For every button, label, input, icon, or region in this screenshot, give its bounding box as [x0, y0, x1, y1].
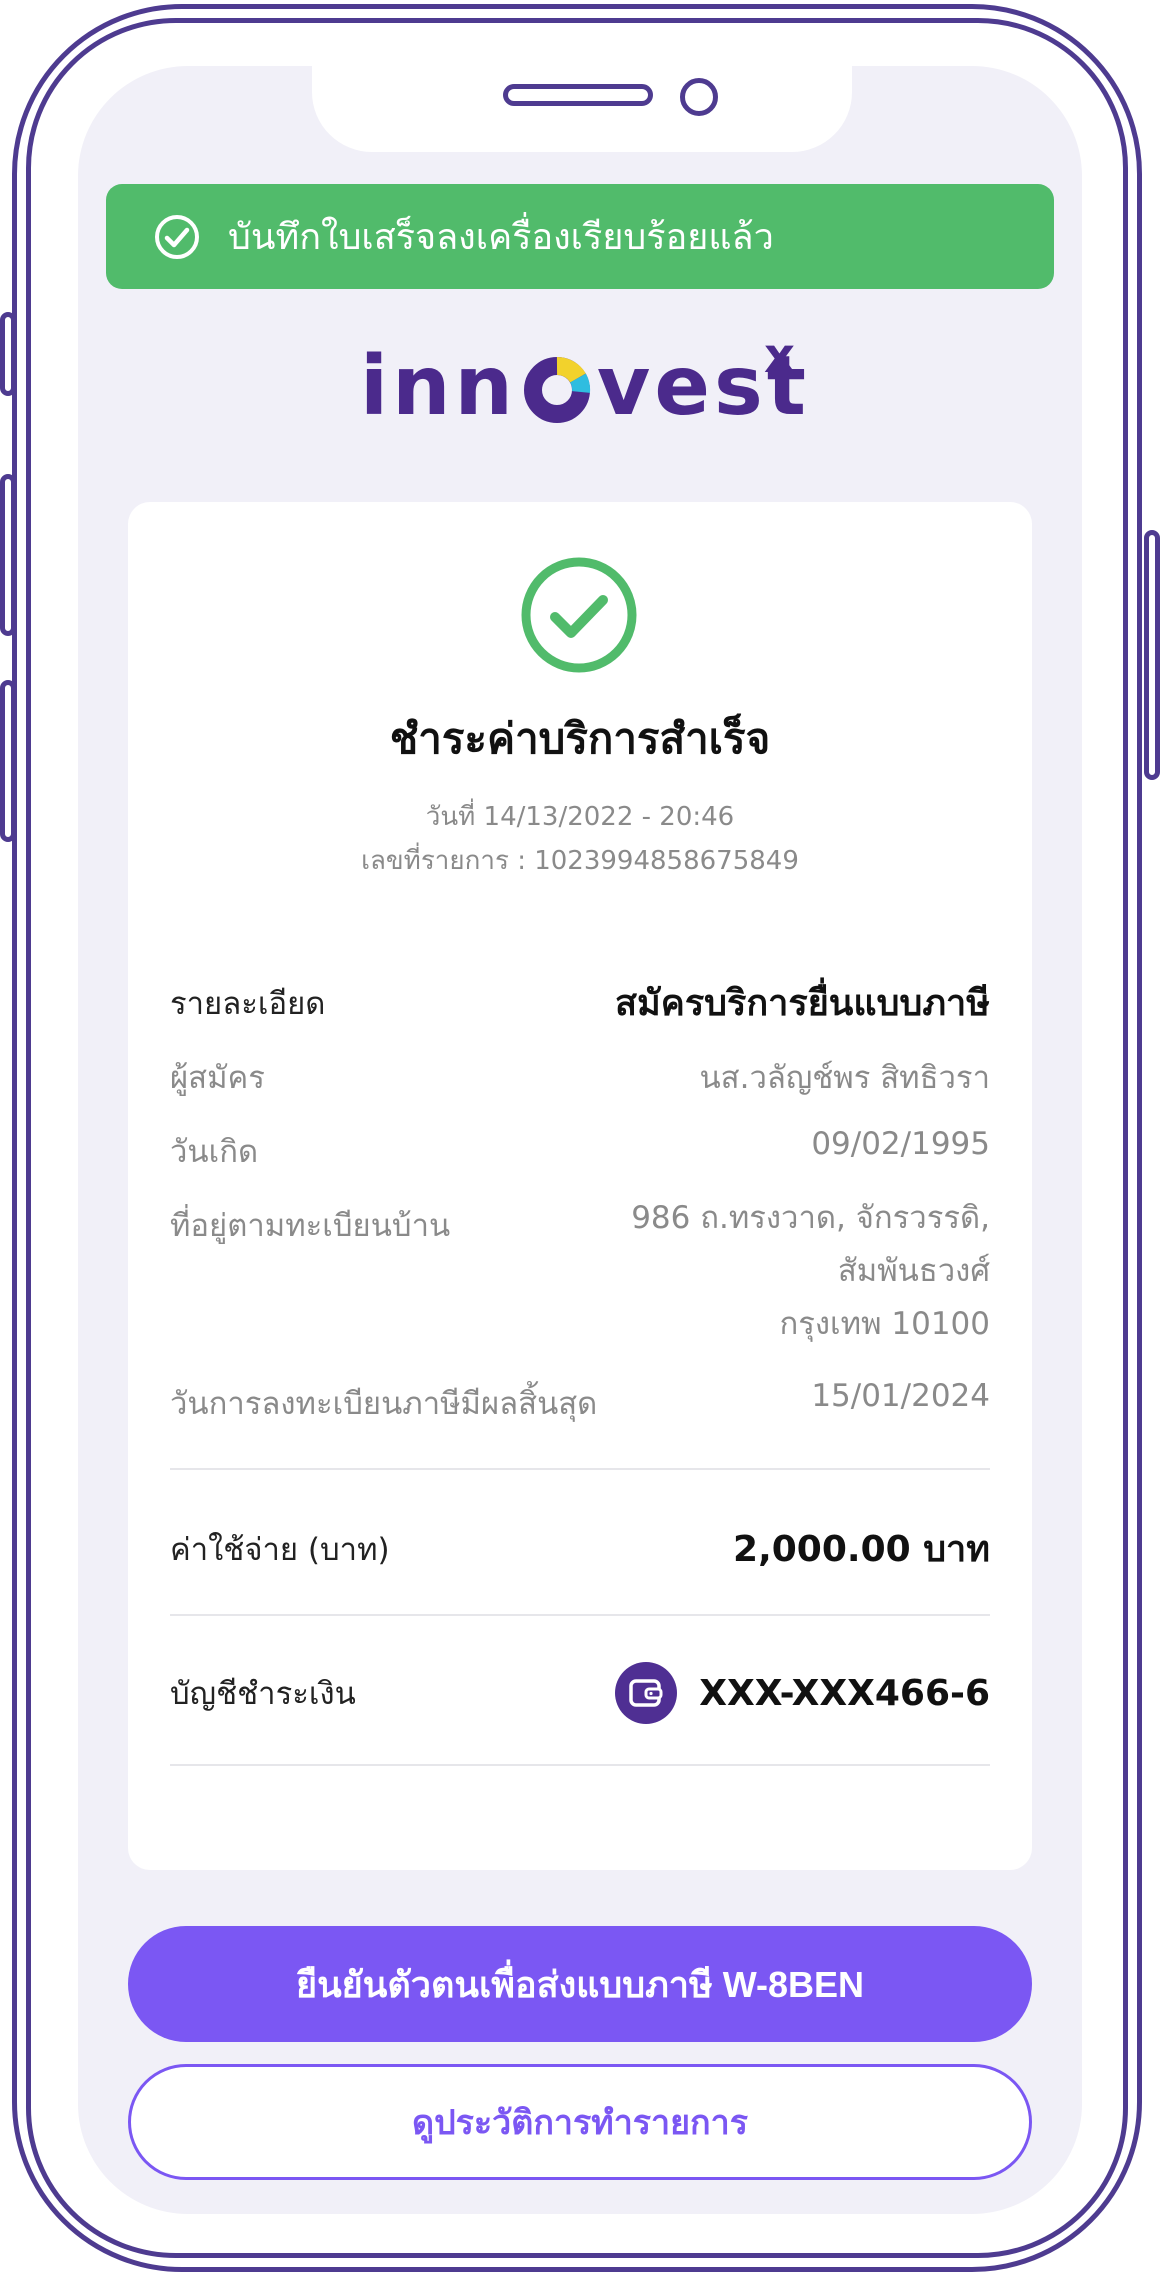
account-label: บัญชีชำระเงิน [170, 1676, 356, 1712]
success-check-icon [521, 557, 637, 673]
phone-notch [312, 66, 852, 152]
expiry-value: 15/01/2024 [811, 1378, 990, 1414]
address-line-3: กรุงเทพ 10100 [779, 1306, 991, 1342]
cost-label: ค่าใช้จ่าย (บาท) [170, 1531, 390, 1568]
speaker-grille [503, 84, 653, 106]
receipt-card: ชำระค่าบริการสำเร็จ วันที่ 14/13/2022 - … [128, 502, 1032, 1870]
save-success-toast: บันทึกใบเสร็จลงเครื่องเรียบร้อยแล้ว [106, 184, 1054, 289]
receipt-reference: เลขที่รายการ : 1023994858675849 [361, 846, 799, 876]
cost-value: 2,000.00 บาท [733, 1529, 990, 1570]
volume-up-button [0, 474, 16, 636]
logo-suffix: x [764, 328, 795, 384]
divider [170, 1764, 990, 1766]
birthdate-row: วันเกิด 09/02/1995 [170, 1126, 990, 1176]
mute-switch [0, 312, 16, 396]
receipt-title: ชำระค่าบริการสำเร็จ [389, 714, 771, 763]
front-camera [680, 78, 718, 116]
birthdate-label: วันเกิด [170, 1134, 259, 1170]
expiry-row: วันการลงทะเบียนภาษีมีผลสิ้นสุด 15/01/202… [170, 1378, 990, 1428]
divider [170, 1614, 990, 1616]
expiry-label: วันการลงทะเบียนภาษีมีผลสิ้นสุด [170, 1386, 598, 1422]
verify-identity-w8ben-button[interactable]: ยืนยันตัวตนเพื่อส่งแบบภาษี W-8BEN [128, 1926, 1032, 2042]
applicant-value: นส.วลัญช์พร สิทธิวรา [699, 1060, 990, 1096]
address-value: 986 ถ.ทรงวาด, จักรวรรดิ, สัมพันธวงศ์ กรุ… [631, 1192, 990, 1351]
view-transaction-history-button[interactable]: ดูประวัติการทำรายการ [128, 2064, 1032, 2180]
receipt-date: วันที่ 14/13/2022 - 20:46 [425, 802, 735, 832]
cost-row: ค่าใช้จ่าย (บาท) 2,000.00 บาท [170, 1520, 990, 1577]
address-line-1: 986 ถ.ทรงวาด, จักรวรรดิ, [631, 1200, 990, 1236]
logo-donut-icon [523, 357, 590, 423]
account-row: บัญชีชำระเงิน XXX-XXX466-6 [170, 1660, 990, 1726]
wallet-icon [615, 1662, 678, 1724]
power-button [1144, 530, 1160, 780]
applicant-label: ผู้สมัคร [170, 1060, 265, 1096]
account-number: XXX-XXX466-6 [699, 1672, 990, 1714]
toast-message: บันทึกใบเสร็จลงเครื่องเรียบร้อยแล้ว [228, 217, 774, 258]
divider [170, 1468, 990, 1470]
check-circle-icon [155, 214, 199, 259]
applicant-row: ผู้สมัคร นส.วลัญช์พร สิทธิวรา [170, 1052, 990, 1102]
volume-down-button [0, 680, 16, 842]
detail-row: รายละเอียด สมัครบริการยื่นแบบภาษี [170, 974, 990, 1031]
account-info: XXX-XXX466-6 [615, 1662, 990, 1724]
details-value: สมัครบริการยื่นแบบภาษี [615, 983, 990, 1024]
logo-text-left: inn [360, 339, 517, 434]
innovest-logo: inn vest x [360, 322, 810, 432]
details-label: รายละเอียด [170, 985, 326, 1022]
address-label: ที่อยู่ตามทะเบียนบ้าน [170, 1208, 451, 1244]
birthdate-value: 09/02/1995 [811, 1126, 990, 1162]
address-line-2: สัมพันธวงศ์ [837, 1253, 990, 1289]
